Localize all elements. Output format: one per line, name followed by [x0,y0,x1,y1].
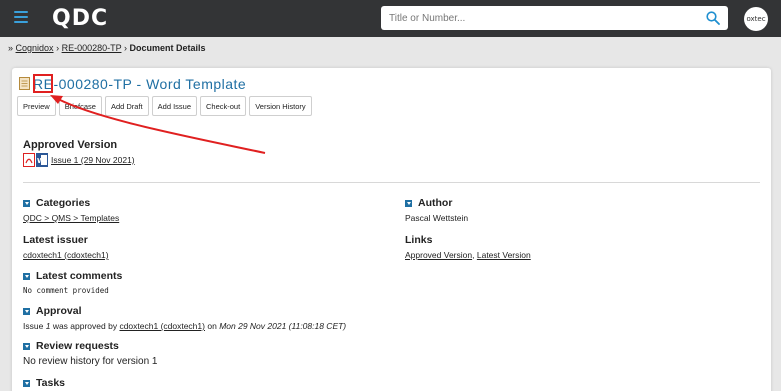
approval-date: Mon 29 Nov 2021 (11:08:18 CET) [219,321,347,331]
search-icon[interactable] [706,11,720,25]
review-requests-heading: Review requests [36,340,119,352]
hamburger-menu-icon[interactable] [14,11,28,24]
latest-issuer-heading: Latest issuer [23,234,88,246]
links-heading: Links [405,234,433,246]
approval-section: Approval Issue 1 was approved by cdoxtec… [23,305,346,331]
annotation-highlight-box [33,74,53,93]
briefcase-button[interactable]: Briefcase [58,96,102,116]
author-value: Pascal Wettstein [405,213,469,223]
categories-link[interactable]: QDC > QMS > Templates [23,213,119,223]
breadcrumb-link-cognidox[interactable]: Cognidox [16,43,54,53]
preview-button[interactable]: Preview [17,96,56,116]
links-comma: , [472,250,475,260]
latest-comments-value: No comment provided [23,286,109,295]
review-requests-value: No review history for version 1 [23,356,158,367]
tasks-section: Tasks [23,377,65,389]
review-requests-section: Review requests No review history for ve… [23,340,158,367]
approval-text: Issue 1 was approved by cdoxtech1 (cdoxt… [23,321,346,331]
breadcrumb-prefix: » [8,43,14,53]
add-issue-button[interactable]: Add Issue [151,96,197,116]
approved-version-link[interactable]: Approved Version [405,250,472,260]
divider [23,182,760,183]
latest-comments-heading: Latest comments [36,270,123,282]
top-bar: QDC oxtec [0,0,781,37]
latest-issuer-section: Latest issuer cdoxtech1 (cdoxtech1) [23,234,109,260]
breadcrumb-current: Document Details [129,43,206,53]
approved-issue-link[interactable]: Issue 1 (29 Nov 2021) [51,155,135,165]
approval-text-mid: was approved by [52,321,118,331]
collapse-toggle-icon[interactable] [405,199,412,207]
latest-issuer-link[interactable]: cdoxtech1 (cdoxtech1) [23,250,109,260]
collapse-toggle-icon[interactable] [23,199,30,207]
add-draft-button[interactable]: Add Draft [104,96,149,116]
approver-link[interactable]: cdoxtech1 (cdoxtech1) [119,321,205,331]
approved-version-heading: Approved Version [23,139,118,151]
document-icon [19,77,30,90]
document-toolbar: Preview Briefcase Add Draft Add Issue Ch… [17,96,315,116]
collapse-toggle-icon[interactable] [23,342,30,350]
collapse-toggle-icon[interactable] [23,272,30,280]
approval-on: on [207,321,217,331]
title-rest: -000280-TP - Word Template [53,75,247,92]
word-icon[interactable]: W [36,153,48,167]
breadcrumb-sep: › [56,43,60,53]
author-section: Author Pascal Wettstein [405,197,468,223]
version-history-button[interactable]: Version History [249,96,312,116]
tasks-heading: Tasks [36,377,65,389]
categories-section: Categories QDC > QMS > Templates [23,197,119,223]
breadcrumb-link-document[interactable]: RE-000280-TP [62,43,122,53]
latest-comments-section: Latest comments No comment provided [23,270,122,295]
latest-version-link[interactable]: Latest Version [477,250,531,260]
collapse-toggle-icon[interactable] [23,307,30,315]
approved-version-section: Approved Version W Issue 1 (29 Nov 2021) [23,139,135,167]
collapse-toggle-icon[interactable] [23,379,30,387]
search-box [381,6,728,30]
approval-issue-word: Issue [23,321,44,331]
check-out-button[interactable]: Check-out [200,96,247,116]
document-title-row: RE-000280-TP - Word Template [19,75,246,92]
categories-heading: Categories [36,197,91,209]
search-input[interactable] [381,6,701,30]
approval-issue-number: 1 [45,321,51,331]
breadcrumb: » Cognidox › RE-000280-TP › Document Det… [8,43,206,53]
svg-text:W: W [37,157,45,165]
links-section: Links Approved Version, Latest Version [405,234,531,260]
breadcrumb-sep: › [123,43,127,53]
app-logo[interactable]: QDC [52,6,108,31]
page-title: RE-000280-TP - Word Template [33,76,246,92]
user-avatar[interactable]: oxtec [744,7,768,31]
author-heading: Author [418,197,453,209]
pdf-icon[interactable] [23,153,35,167]
approval-heading: Approval [36,305,82,317]
